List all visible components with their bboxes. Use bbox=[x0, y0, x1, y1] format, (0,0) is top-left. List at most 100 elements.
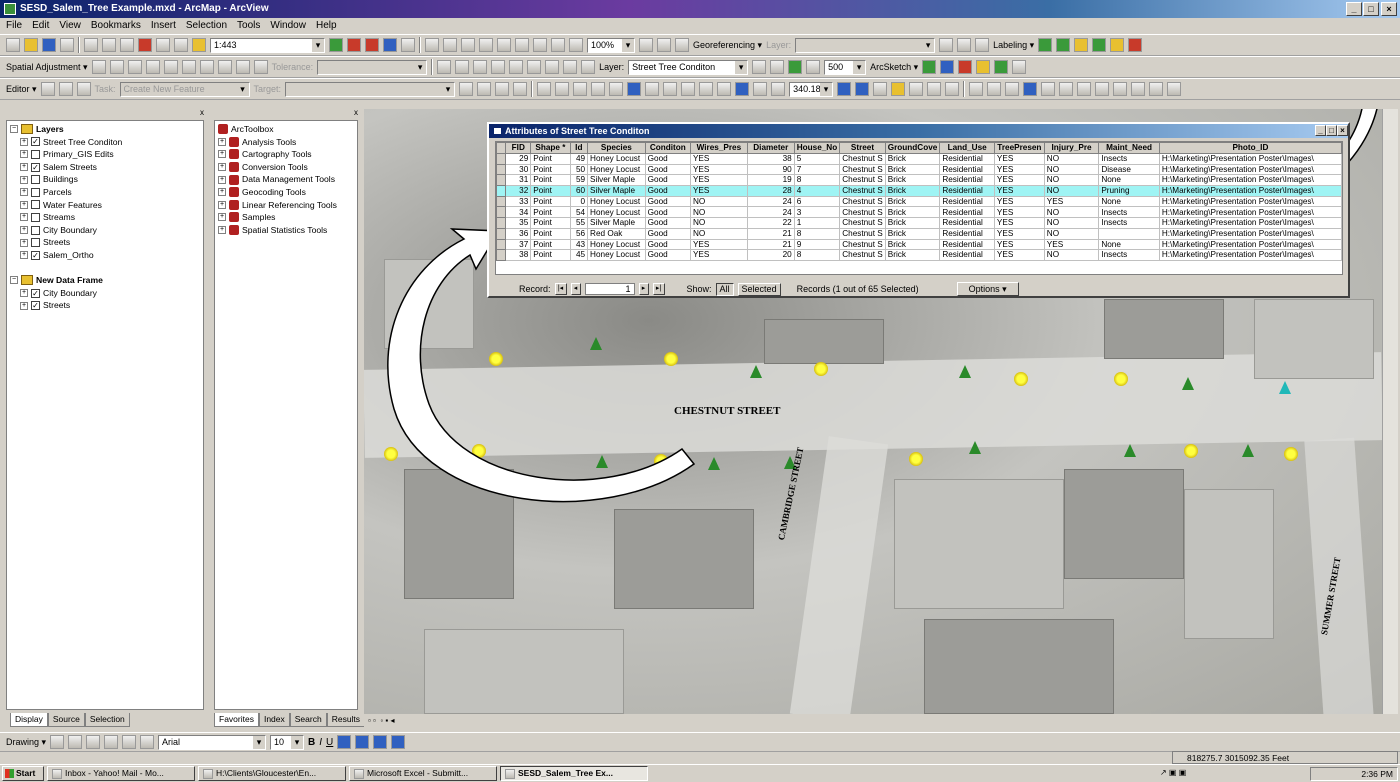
attr-maximize-button[interactable]: □ bbox=[1326, 125, 1337, 136]
table-cell[interactable]: 21 bbox=[746, 238, 795, 251]
table-cell[interactable]: Good bbox=[644, 249, 691, 261]
table-cell[interactable]: Honey Locust bbox=[587, 238, 646, 251]
toc-layer-item[interactable]: + ✓ Salem_Ortho bbox=[10, 249, 200, 262]
view-unplaced-icon[interactable] bbox=[1128, 38, 1143, 52]
expand-icon[interactable]: + bbox=[20, 213, 28, 222]
draw-circle-icon[interactable] bbox=[1113, 82, 1128, 96]
table-cell[interactable]: H:\Marketing\Presentation Poster\Images\ bbox=[1158, 238, 1342, 251]
table-cell[interactable]: Silver Maple bbox=[587, 217, 646, 229]
effects-icon[interactable] bbox=[437, 60, 452, 74]
table-cell[interactable]: 55 bbox=[569, 217, 589, 229]
pan-icon[interactable] bbox=[609, 82, 624, 96]
map-view-buttons[interactable]: ▫ ▫ ◦ ▪ ◂ bbox=[364, 714, 1382, 728]
identify-icon[interactable] bbox=[735, 82, 750, 96]
prev-record-button[interactable]: ◂ bbox=[570, 283, 581, 295]
table-cell[interactable]: 8 bbox=[793, 249, 841, 261]
expand-icon[interactable]: + bbox=[218, 150, 226, 159]
toc-layer-item[interactable]: + Primary_GIS Edits bbox=[10, 148, 200, 161]
new-identity-link-icon[interactable] bbox=[163, 60, 178, 74]
column-header[interactable]: Photo_ID bbox=[1158, 142, 1342, 154]
identify-raster-icon[interactable] bbox=[509, 60, 524, 74]
expand-icon[interactable]: + bbox=[218, 175, 226, 184]
table-cell[interactable]: Good bbox=[644, 163, 691, 176]
toolbox-item[interactable]: + Data Management Tools bbox=[218, 173, 354, 186]
table-cell[interactable]: 36 bbox=[505, 227, 532, 240]
new-displacement-link-icon[interactable] bbox=[109, 60, 124, 74]
table-cell[interactable]: Chestnut S bbox=[839, 153, 886, 165]
table-cell[interactable]: Point bbox=[530, 153, 571, 165]
table-row[interactable]: 38 Point 45 Honey Locust Good YES 20 8 Chestnut … bbox=[496, 249, 1342, 261]
table-cell[interactable]: 45 bbox=[569, 249, 589, 261]
draw-line-icon[interactable] bbox=[1041, 82, 1056, 96]
task-combo[interactable]: Create New Feature bbox=[119, 81, 250, 97]
layer-checkbox[interactable]: ✓ bbox=[31, 250, 40, 260]
rotate-icon[interactable] bbox=[939, 38, 954, 52]
underline-button[interactable]: U bbox=[326, 737, 333, 748]
expand-icon[interactable]: + bbox=[20, 301, 28, 310]
maximize-button[interactable]: □ bbox=[1363, 2, 1379, 16]
attribute-transfer-icon[interactable] bbox=[235, 60, 250, 74]
fixed-zoom-out-icon[interactable] bbox=[591, 82, 606, 96]
table-cell[interactable]: NO bbox=[689, 217, 748, 229]
column-header[interactable]: House_No bbox=[793, 142, 841, 154]
expand-icon[interactable]: + bbox=[20, 251, 28, 260]
table-row[interactable]: 31 Point 59 Silver Maple Good YES 19 8 Chestnut … bbox=[496, 174, 1342, 187]
table-cell[interactable]: Pruning bbox=[1098, 185, 1160, 197]
save-icon[interactable] bbox=[42, 38, 56, 52]
table-row[interactable]: 34 Point 54 Honey Locust Good NO 24 3 Chestnut S… bbox=[496, 206, 1342, 219]
menu-file[interactable]: File bbox=[6, 18, 22, 34]
column-header[interactable]: Land_Use bbox=[939, 142, 995, 154]
table-cell[interactable]: Good bbox=[644, 227, 691, 240]
menu-help[interactable]: Help bbox=[316, 18, 337, 34]
row-selector[interactable] bbox=[496, 249, 507, 261]
overview-icon[interactable] bbox=[927, 82, 942, 96]
copy-icon[interactable] bbox=[102, 38, 116, 52]
taskbar-task-button[interactable]: H:\Clients\Gloucester\En... bbox=[198, 766, 346, 781]
sketch-point-icon[interactable] bbox=[922, 60, 937, 74]
time-slider-icon[interactable] bbox=[909, 82, 924, 96]
new-limited-area-icon[interactable] bbox=[181, 60, 196, 74]
focus-data-frame-icon[interactable] bbox=[657, 38, 671, 52]
table-cell[interactable]: Brick bbox=[884, 163, 941, 176]
table-cell[interactable]: H:\Marketing\Presentation Poster\Images\ bbox=[1158, 227, 1342, 240]
layer-checkbox[interactable] bbox=[31, 175, 40, 185]
help-icon[interactable] bbox=[401, 38, 415, 52]
toc-layer-item[interactable]: + ✓ City Boundary bbox=[10, 287, 200, 300]
pencil-icon[interactable] bbox=[76, 82, 91, 96]
table-cell[interactable]: YES bbox=[993, 174, 1045, 187]
table-cell[interactable]: Disease bbox=[1098, 163, 1160, 176]
map-vertical-scrollbar[interactable] bbox=[1382, 109, 1398, 714]
table-row[interactable]: 32 Point 60 Silver Maple Good YES 28 4 Chestnut … bbox=[496, 185, 1342, 197]
table-cell[interactable]: Point bbox=[530, 163, 571, 176]
toolbox-item[interactable]: + Spatial Statistics Tools bbox=[218, 224, 354, 237]
layout-full-extent-icon[interactable] bbox=[497, 38, 511, 52]
table-cell[interactable]: YES bbox=[1043, 238, 1100, 251]
table-cell[interactable]: NO bbox=[1043, 206, 1100, 219]
layout-fixed-zoom-out-icon[interactable] bbox=[479, 38, 493, 52]
command-line-icon[interactable] bbox=[383, 38, 397, 52]
table-cell[interactable]: H:\Marketing\Presentation Poster\Images\ bbox=[1158, 217, 1342, 229]
map-scale-combo[interactable]: 1:443 bbox=[210, 37, 325, 53]
toolbox-tab-favorites[interactable]: Favorites bbox=[214, 713, 259, 727]
bold-button[interactable]: B bbox=[308, 737, 315, 748]
table-cell[interactable]: 37 bbox=[505, 238, 532, 251]
start-button[interactable]: Start bbox=[2, 766, 44, 781]
sketch-symbol-icon[interactable] bbox=[976, 60, 991, 74]
table-cell[interactable]: H:\Marketing\Presentation Poster\Images\ bbox=[1158, 153, 1342, 165]
table-cell[interactable]: Residential bbox=[939, 174, 995, 187]
expand-icon[interactable]: + bbox=[218, 188, 226, 197]
menu-selection[interactable]: Selection bbox=[186, 18, 227, 34]
table-cell[interactable]: Good bbox=[644, 217, 691, 229]
table-cell[interactable]: Chestnut S bbox=[839, 174, 886, 187]
table-cell[interactable]: Good bbox=[644, 153, 691, 165]
layout-pan-icon[interactable] bbox=[533, 38, 547, 52]
taskbar-task-button[interactable]: Microsoft Excel - Submitt... bbox=[349, 766, 497, 781]
editor-toolbar-icon[interactable] bbox=[329, 38, 343, 52]
table-cell[interactable]: None bbox=[1098, 174, 1160, 187]
table-cell[interactable]: 8 bbox=[793, 227, 841, 240]
print-icon[interactable] bbox=[60, 38, 74, 52]
undo-icon[interactable] bbox=[156, 38, 170, 52]
sketch-building-icon[interactable] bbox=[1012, 60, 1027, 74]
table-cell[interactable]: NO bbox=[689, 195, 748, 208]
open-icon[interactable] bbox=[24, 38, 38, 52]
